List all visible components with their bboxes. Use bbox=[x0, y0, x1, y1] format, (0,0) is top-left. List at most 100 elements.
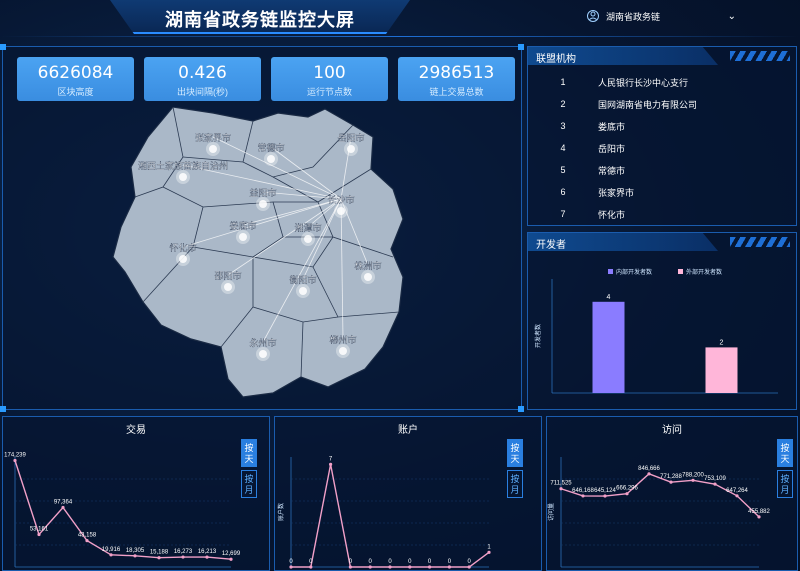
city-label: 湘潭市 bbox=[294, 222, 321, 233]
stat-running-nodes: 100 运行节点数 bbox=[271, 57, 388, 101]
city-dot bbox=[267, 155, 275, 163]
by-day-button[interactable]: 按天 bbox=[241, 439, 257, 467]
data-label: 53,161 bbox=[30, 527, 49, 533]
city-label: 郴州市 bbox=[329, 334, 356, 345]
city-dot bbox=[259, 200, 267, 208]
tx-period-toggle: 按天 按月 bbox=[241, 439, 257, 501]
by-month-button[interactable]: 按月 bbox=[777, 470, 793, 498]
series-line bbox=[14, 460, 232, 560]
data-label: 646,168 bbox=[572, 488, 594, 494]
data-label: 7 bbox=[329, 456, 333, 462]
row-name: 常德市 bbox=[598, 165, 626, 176]
city-dot bbox=[299, 287, 307, 295]
data-point bbox=[467, 565, 471, 569]
list-item[interactable]: 3 娄底市 bbox=[528, 115, 796, 137]
data-label: 0 bbox=[428, 559, 432, 565]
data-label: 18,305 bbox=[126, 548, 145, 554]
data-point bbox=[559, 487, 563, 491]
row-name: 张家界市 bbox=[598, 187, 635, 198]
by-day-button[interactable]: 按天 bbox=[507, 439, 523, 467]
bar bbox=[592, 301, 625, 393]
data-point bbox=[487, 550, 491, 554]
data-label: 174,239 bbox=[4, 453, 26, 459]
hunan-map[interactable]: 张家界市常德市 岳阳市湘西土家族苗族自治州益阳市长沙市娄底市 湘潭市怀化市株洲市邵阳… bbox=[103, 107, 423, 407]
data-label: 0 bbox=[289, 559, 293, 565]
data-point bbox=[447, 565, 451, 569]
list-item[interactable]: 4 岳阳市 bbox=[528, 137, 796, 159]
stat-total-transactions: 2986513 链上交易总数 bbox=[398, 57, 515, 101]
data-point bbox=[388, 565, 392, 569]
data-point bbox=[603, 494, 607, 498]
data-label: 771,288 bbox=[660, 474, 682, 480]
data-label: 0 bbox=[448, 559, 452, 565]
data-point bbox=[368, 565, 372, 569]
data-point bbox=[735, 494, 739, 498]
legend-label: 内部开发者数 bbox=[616, 268, 652, 276]
row-index: 2 bbox=[560, 99, 566, 109]
developers-panel: 开发者 内部开发者数 外部开发者数 开发者数 4 2 bbox=[527, 232, 797, 410]
data-label: 753,109 bbox=[704, 476, 726, 482]
data-label: 16,273 bbox=[174, 549, 193, 555]
legend-swatch bbox=[608, 269, 613, 274]
data-point bbox=[647, 472, 651, 476]
data-point bbox=[713, 482, 717, 486]
list-item[interactable]: 1 人民银行长沙中心支行 bbox=[528, 71, 796, 93]
data-point bbox=[61, 505, 65, 510]
data-point bbox=[757, 515, 761, 519]
stat-label: 出块间隔(秒) bbox=[177, 87, 228, 97]
data-point bbox=[581, 494, 585, 498]
account-period-toggle: 按天 按月 bbox=[507, 439, 523, 501]
visit-chart: 访问量 711,525646,168 645,124 666,296 846,66677… bbox=[547, 457, 771, 568]
list-item[interactable]: 5 常德市 bbox=[528, 159, 796, 181]
data-label: 0 bbox=[468, 559, 472, 565]
data-label: 0 bbox=[369, 559, 373, 565]
tx-panel: 交易 174,239 53,161 97,364 43,158 19,916 18,305… bbox=[2, 416, 270, 571]
row-index: 4 bbox=[560, 143, 566, 153]
row-index: 1 bbox=[560, 77, 566, 87]
series-line bbox=[560, 473, 760, 518]
data-label: 666,296 bbox=[616, 486, 638, 492]
stat-block-height: 6626084 区块高度 bbox=[17, 57, 134, 101]
list-item[interactable]: 2 国网湖南省电力有限公司 bbox=[528, 93, 796, 115]
panel-corner bbox=[518, 406, 524, 412]
city-label: 张家界市 bbox=[195, 132, 231, 143]
stat-value: 2986513 bbox=[418, 63, 495, 83]
legend-swatch bbox=[678, 269, 683, 274]
stats-row: 6626084 区块高度 0.426 出块间隔(秒) 100 运行节点数 298… bbox=[17, 57, 515, 101]
data-point bbox=[37, 532, 41, 537]
org-select[interactable]: 湖南省政务链 ⌄ bbox=[586, 6, 736, 26]
row-index: 6 bbox=[560, 187, 566, 197]
data-label: 97,364 bbox=[54, 499, 73, 505]
map-panel: 6626084 区块高度 0.426 出块间隔(秒) 100 运行节点数 298… bbox=[0, 44, 524, 412]
city-dot bbox=[339, 347, 347, 355]
city-label: 怀化市 bbox=[169, 242, 196, 253]
data-point bbox=[348, 565, 352, 569]
header-divider bbox=[0, 36, 800, 37]
data-label: 12,699 bbox=[222, 551, 241, 557]
stat-value: 6626084 bbox=[37, 63, 114, 83]
y-axis-label: 开发者数 bbox=[534, 324, 542, 348]
by-day-button[interactable]: 按天 bbox=[777, 439, 793, 467]
city-label: 衡阳市 bbox=[289, 274, 316, 285]
data-point bbox=[109, 553, 113, 557]
by-month-button[interactable]: 按月 bbox=[241, 470, 257, 498]
data-label: 0 bbox=[388, 559, 392, 565]
developers-chart: 内部开发者数 外部开发者数开发者数 4 2 bbox=[534, 268, 778, 394]
city-label: 益阳市 bbox=[249, 187, 276, 198]
city-dot bbox=[337, 207, 345, 215]
city-label: 常德市 bbox=[257, 142, 284, 153]
city-dot bbox=[209, 145, 217, 153]
city-dot bbox=[179, 255, 187, 263]
list-item[interactable]: 7 怀化市 bbox=[528, 203, 796, 225]
city-dot bbox=[347, 145, 355, 153]
data-label: 0 bbox=[349, 559, 353, 565]
data-point bbox=[13, 458, 17, 463]
list-item[interactable]: 6 张家界市 bbox=[528, 181, 796, 203]
data-label: 1 bbox=[487, 544, 491, 550]
data-point bbox=[85, 539, 89, 543]
by-month-button[interactable]: 按月 bbox=[507, 470, 523, 498]
data-point bbox=[181, 555, 185, 559]
data-label: 645,124 bbox=[594, 488, 616, 494]
tx-chart: 174,239 53,161 97,364 43,158 19,916 18,305 15,… bbox=[4, 453, 241, 568]
alliance-list: 1 人民银行长沙中心支行 2 国网湖南省电力有限公司 3 娄底市 4 岳阳市 5 常德市 … bbox=[528, 71, 796, 225]
